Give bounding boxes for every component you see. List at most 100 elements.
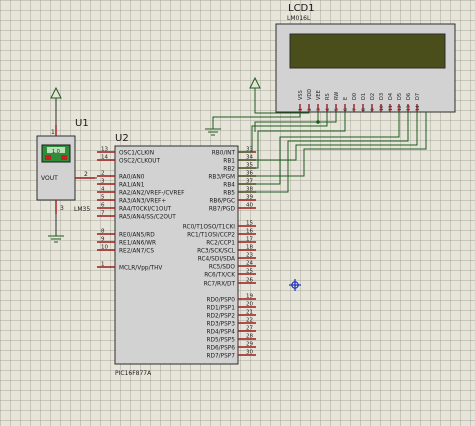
mcu-pin-label: RC2/CCP1 <box>206 241 235 247</box>
sensor-button-left <box>45 155 51 160</box>
mcu-pin-label: RB4 <box>223 183 235 189</box>
mcu-pin-label: RE0/AN5/RD <box>119 233 155 239</box>
mcu-pin-number: 5 <box>101 195 105 201</box>
pic16f877a-mcu[interactable]: U2 PIC16F877A 13 OSC1/CLKIN 14 OSC2/CLKOUT 2… <box>97 133 256 377</box>
mcu-pin-number: 18 <box>246 245 253 251</box>
mcu-pin-number: 40 <box>246 203 253 209</box>
mcu-pin-number: 2 <box>101 171 105 177</box>
sensor-ground-terminal <box>48 214 64 243</box>
mcu-pin-number: 9 <box>101 237 105 243</box>
lcd-pin-number: 5 <box>334 108 340 111</box>
mcu-pin-number: 3 <box>101 179 105 185</box>
sensor-model-label: LM35 <box>74 206 90 213</box>
mcu-pin-label: OSC2/CLKOUT <box>119 159 160 165</box>
lcd-pin-label: D5 <box>397 93 403 100</box>
lcd-pin-number: 8 <box>361 108 367 111</box>
lcd-pin-number: 11 <box>388 105 394 111</box>
sensor-pin-3-num: 3 <box>60 205 64 212</box>
lcd-pin-label: D4 <box>388 93 394 100</box>
mcu-pin-label: RA4/T0CKI/C1OUT <box>119 207 172 213</box>
probe-marker[interactable] <box>289 279 301 291</box>
sensor-pin-1-num: 1 <box>51 129 55 136</box>
mcu-pin-label: RC5/SDO <box>209 265 236 271</box>
mcu-pin-label: RD2/PSP2 <box>207 314 236 320</box>
mcu-pin-label: RB5 <box>223 191 235 197</box>
mcu-pin-label: RC6/TX/CK <box>204 273 235 279</box>
lcd-component[interactable]: LCD1 LM016L VSS 1 VDD 2 VEE 3 RS 4 RW 5 E 6 D0 7 D1 8 D2… <box>275 3 456 113</box>
mcu-pin-label: RC1/T1OSI/CCP2 <box>187 233 235 239</box>
mcu-pin-number: 21 <box>246 310 253 316</box>
lcd-pin-number: 12 <box>397 105 403 111</box>
mcu-pin-number: 22 <box>246 318 253 324</box>
mcu-pin-label: RA0/AN0 <box>119 175 145 181</box>
lcd-pin-label: VSS <box>298 90 304 100</box>
mcu-pin-label: RA5/AN4/SS/C2OUT <box>119 215 176 221</box>
sensor-ref-label: U1 <box>75 118 89 129</box>
mcu-pin-label: RD6/PSP6 <box>207 346 236 352</box>
lcd-pin-label: VDD <box>307 89 313 100</box>
mcu-pin-number: 4 <box>101 187 105 193</box>
lcd-pin-number: 6 <box>343 108 349 111</box>
mcu-pin-number: 10 <box>101 245 108 251</box>
mcu-pin-label: RD0/PSP0 <box>207 298 236 304</box>
lcd-pin-label: VEE <box>316 90 322 100</box>
schematic-drawing[interactable]: LCD1 LM016L VSS 1 VDD 2 VEE 3 RS 4 RW 5 E 6 D0 7 D1 8 D2… <box>0 0 475 426</box>
lcd-pin-label: D2 <box>370 93 376 100</box>
mcu-pin-number: 19 <box>246 294 253 300</box>
mcu-pin-number: 13 <box>101 147 108 153</box>
mcu-pin-number: 6 <box>101 203 105 209</box>
lcd-pin-label: D1 <box>361 93 367 100</box>
mcu-pin-label: MCLR/Vpp/THV <box>119 266 162 272</box>
lcd-pin-number: 13 <box>406 105 412 111</box>
mcu-pin-number: 26 <box>246 278 253 284</box>
sensor-power-terminal <box>50 86 62 125</box>
mcu-pin-number: 27 <box>246 326 253 332</box>
mcu-pin-label: RD4/PSP4 <box>207 330 236 336</box>
mcu-pin-label: RC0/T1OSO/T1CKI <box>183 225 235 231</box>
schematic-canvas[interactable]: LCD1 LM016L VSS 1 VDD 2 VEE 3 RS 4 RW 5 E 6 D0 7 D1 8 D2… <box>0 0 475 426</box>
lcd-pin-number: 2 <box>307 108 313 111</box>
lcd-pin-label: RW <box>334 92 340 100</box>
mcu-pin-number: 7 <box>101 211 105 217</box>
sensor-vout-label: VOUT <box>41 175 58 182</box>
mcu-pin-label: RB0/INT <box>212 151 236 157</box>
lcd-pin-label: RS <box>325 93 331 100</box>
mcu-pin-label: RB2 <box>223 167 235 173</box>
lcd-pin-label: D0 <box>352 93 358 100</box>
lcd-pin-label: D6 <box>406 93 412 100</box>
mcu-pin-label: RE2/AN7/CS <box>119 249 154 255</box>
mcu-pin-label: RA2/AN2/VREF-/CVREF <box>119 191 184 197</box>
mcu-pin-label: RD1/PSP1 <box>207 306 236 312</box>
lcd-pin-label: D7 <box>415 93 421 100</box>
mcu-pin-label: RB3/PGM <box>208 175 235 181</box>
mcu-ref-label: U2 <box>115 133 129 144</box>
lcd-pin-number: 4 <box>325 108 331 111</box>
mcu-pin-label: RD3/PSP3 <box>207 322 236 328</box>
mcu-pin-number: 15 <box>246 221 253 227</box>
mcu-pin-number: 14 <box>101 155 108 161</box>
sensor-button-right <box>61 155 67 160</box>
mcu-model-label: PIC16F877A <box>115 370 152 377</box>
mcu-pin-label: RD5/PSP5 <box>207 338 236 344</box>
sensor-pin-2-num: 2 <box>84 171 88 178</box>
mcu-pin-label: RB7/PGD <box>209 207 236 213</box>
mcu-pin-label: RC3/SCK/SCL <box>197 249 236 255</box>
lcd-pin-number: 1 <box>298 108 304 111</box>
lcd-pin-number: 3 <box>316 108 322 111</box>
mcu-pin-number: 28 <box>246 334 253 340</box>
lcd-ref-label: LCD1 <box>288 3 315 14</box>
mcu-pin-label: RC7/RX/DT <box>204 282 236 288</box>
mcu-pin-number: 24 <box>246 261 253 267</box>
mcu-pin-label: RA3/AN3/VREF+ <box>119 199 166 205</box>
mcu-pin-number: 29 <box>246 342 253 348</box>
lcd-pin-number: 14 <box>415 105 421 111</box>
mcu-pin-number: 23 <box>246 253 253 259</box>
lm35-sensor[interactable]: U1 1.0 VOUT LM35 1 2 3 <box>36 118 95 214</box>
lcd-pin-label: D3 <box>379 93 385 100</box>
mcu-pin-number: 30 <box>246 350 253 356</box>
lcd-pin-label: E <box>343 97 349 100</box>
mcu-pin-number: 17 <box>246 237 253 243</box>
lcd-pin-number: 7 <box>352 108 358 111</box>
sensor-reading: 1.0 <box>52 149 60 155</box>
mcu-pin-label: OSC1/CLKIN <box>119 151 154 157</box>
